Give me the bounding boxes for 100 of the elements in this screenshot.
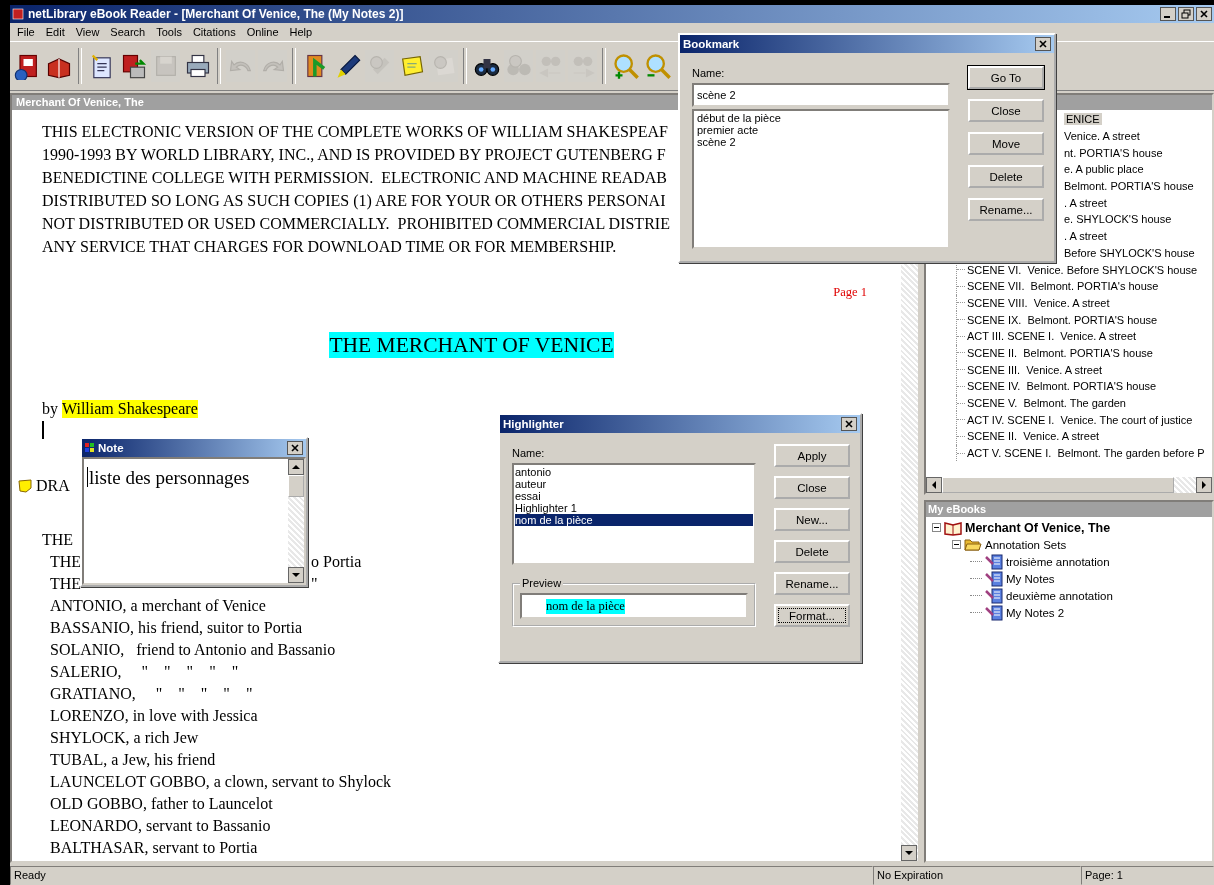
dialog-button[interactable]: Apply	[774, 444, 850, 467]
menu-item[interactable]: Edit	[40, 26, 71, 38]
cast-line: SOLANIO, friend to Antonio and Bassanio	[50, 640, 336, 660]
tree-item[interactable]: ACT V. SCENE I. Belmont. The garden before P	[967, 447, 1205, 460]
cast-line: LEONARDO, servant to Bassanio	[50, 816, 271, 836]
dialog-button[interactable]: Move	[968, 132, 1044, 155]
notice-line: ANY SERVICE THAT CHARGES FOR DOWNLOAD TIME OR FOR MEMBERSHIP.	[42, 237, 617, 257]
scroll-down-icon[interactable]	[901, 845, 917, 861]
tree-item[interactable]: SCENE V. Belmont. The garden	[967, 397, 1126, 410]
menu-item[interactable]: Citations	[187, 26, 242, 38]
tree-item[interactable]: My Notes	[1006, 572, 1055, 585]
tree-item[interactable]: SCENE VI. Venice. Before SHYLOCK'S house	[967, 263, 1198, 276]
notice-line: 1990-1993 BY WORLD LIBRARY, INC., AND IS PROVIDED BY PROJECT GUTENBERG F	[42, 145, 666, 165]
tree-item[interactable]: e. SHYLOCK'S house	[1064, 213, 1172, 226]
zoom-out-icon	[643, 52, 672, 80]
cast-line: SALERIO, " " " " "	[50, 662, 239, 682]
tree-item[interactable]: Merchant Of Venice, The	[965, 520, 1111, 535]
note-icon[interactable]	[18, 479, 32, 493]
tree-item[interactable]: . A street	[1064, 230, 1107, 243]
list-item[interactable]: auteur	[515, 478, 753, 490]
dialog-button[interactable]: Close	[968, 99, 1044, 122]
zoom-in-icon	[611, 52, 640, 80]
dialog-button[interactable]: Rename...	[968, 198, 1044, 221]
tree-item[interactable]: deuxième annotation	[1006, 589, 1113, 602]
tree-item[interactable]: ENICE	[1064, 113, 1102, 126]
open-book-icon	[944, 519, 962, 536]
cast-line: LAUNCELOT GOBBO, a clown, servant to Shylock	[50, 772, 391, 793]
tree-item[interactable]: . A street	[1064, 196, 1107, 209]
name-field[interactable]: scène 2	[692, 83, 950, 107]
tree-item[interactable]: My Notes 2	[1006, 606, 1065, 619]
scroll-thumb[interactable]	[942, 477, 1174, 493]
tree-item[interactable]: SCENE II. Belmont. PORTIA'S house	[967, 346, 1153, 359]
scroll-up-icon[interactable]	[288, 459, 304, 475]
close-icon[interactable]	[841, 417, 857, 431]
text-line: DRA	[36, 477, 70, 495]
tree-item[interactable]: SCENE VII. Belmont. PORTIA's house	[967, 280, 1159, 293]
book-title: THE MERCHANT OF VENICE	[329, 332, 614, 358]
annotation-icon	[985, 587, 1003, 604]
cast-line: SHYLOCK, a rich Jew	[50, 728, 199, 748]
dialog-button[interactable]: New...	[774, 508, 850, 531]
dialog-button[interactable]: Format...	[774, 604, 850, 627]
dialog-title: Bookmark	[683, 38, 740, 50]
list-item[interactable]: Highlighter 1	[515, 502, 753, 514]
scroll-right-icon[interactable]	[1196, 477, 1212, 493]
cast-line: TUBAL, a Jew, his friend	[50, 750, 216, 770]
app-icon	[84, 442, 96, 454]
tree-item[interactable]: SCENE III. Venice. A street	[967, 363, 1103, 376]
list-item[interactable]: essai	[515, 490, 753, 502]
menu-item[interactable]: Search	[105, 26, 152, 38]
tree-item[interactable]: SCENE II. Venice. A street	[967, 430, 1100, 443]
close-icon[interactable]	[287, 441, 303, 455]
list-item[interactable]: scène 2	[697, 136, 945, 148]
tree-item[interactable]: ACT III. SCENE I. Venice. A street	[967, 330, 1137, 343]
preview-text: nom de la pièce	[546, 598, 625, 614]
close-icon[interactable]	[1196, 7, 1212, 21]
tree-item[interactable]: nt. PORTIA'S house	[1064, 146, 1163, 159]
page-label: Page 1	[833, 285, 867, 300]
dialog-button[interactable]: Rename...	[774, 572, 850, 595]
collapse-toggle[interactable]	[952, 540, 961, 549]
tree-item[interactable]: Venice. A street	[1064, 130, 1140, 143]
notice-line: NOT DISTRIBUTED OR USED COMMERCIALLY. PROHIBITED COMMERCIAL DISTRIE	[42, 214, 670, 234]
status-text: No Expiration	[873, 866, 1081, 885]
tree-item[interactable]: e. A public place	[1064, 163, 1144, 176]
scroll-left-icon[interactable]	[926, 477, 942, 493]
menu-item[interactable]: Online	[241, 26, 285, 38]
notice-line: THIS ELECTRONIC VERSION OF THE COMPLETE WORKS OF WILLIAM SHAKESPEAF	[42, 122, 668, 142]
dialog-button[interactable]: Go To	[968, 66, 1044, 89]
tree-item[interactable]: ACT IV. SCENE I. Venice. The court of justice	[967, 413, 1193, 426]
list-item[interactable]: nom de la pièce	[515, 514, 753, 526]
list-item[interactable]: début de la pièce	[697, 112, 945, 124]
tree-item[interactable]: SCENE VIII. Venice. A street	[967, 296, 1110, 309]
cast-line: BALTHASAR, servant to Portia	[50, 838, 258, 858]
list-item[interactable]: premier acte	[697, 124, 945, 136]
collapse-toggle[interactable]	[932, 523, 941, 532]
tree-item[interactable]: Annotation Sets	[985, 538, 1067, 551]
status-text: Ready	[10, 866, 873, 885]
field-label: Name:	[512, 447, 546, 459]
tree-item[interactable]: troisième annotation	[1006, 555, 1110, 568]
window-title: netLibrary eBook Reader - [Merchant Of Venice, The (My Notes 2)]	[28, 7, 404, 21]
close-icon[interactable]	[1035, 37, 1051, 51]
text-caret	[42, 421, 44, 439]
list-item[interactable]: antonio	[515, 466, 753, 478]
menu-item[interactable]: Tools	[151, 26, 188, 38]
tree-item[interactable]: Before SHYLOCK'S house	[1064, 246, 1195, 259]
restore-icon[interactable]	[1178, 7, 1194, 21]
cast-line: ANTONIO, a merchant of Venice	[50, 596, 266, 616]
tree-item[interactable]: SCENE IX. Belmont. PORTIA'S house	[967, 313, 1158, 326]
cast-line: BASSANIO, his friend, suitor to Portia	[50, 618, 302, 638]
scroll-thumb[interactable]	[288, 475, 304, 497]
minimize-icon[interactable]	[1160, 7, 1176, 21]
dialog-button[interactable]: Delete	[968, 165, 1044, 188]
tree-item[interactable]: SCENE IV. Belmont. PORTIA'S house	[967, 380, 1157, 393]
menu-item[interactable]: File	[12, 26, 41, 38]
tree-item[interactable]: Belmont. PORTIA'S house	[1064, 180, 1194, 193]
dialog-button[interactable]: Delete	[774, 540, 850, 563]
menu-item[interactable]: Help	[284, 26, 319, 38]
menu-item[interactable]: View	[70, 26, 106, 38]
dialog-button[interactable]: Close	[774, 476, 850, 499]
text-line: THE	[42, 530, 74, 550]
scroll-down-icon[interactable]	[288, 567, 304, 583]
